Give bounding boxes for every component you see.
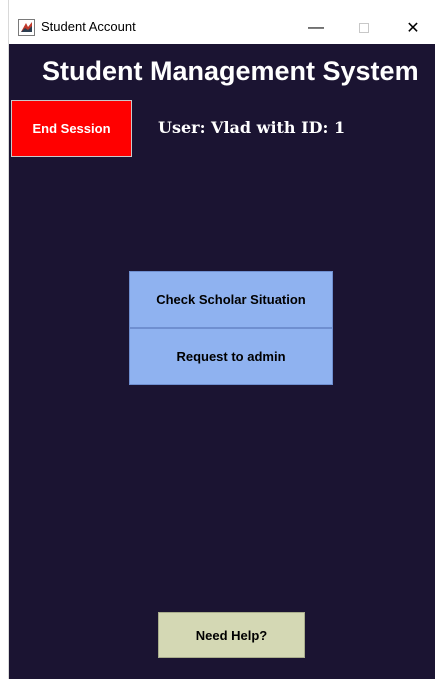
request-to-admin-button[interactable]: Request to admin (129, 328, 333, 385)
need-help-button[interactable]: Need Help? (158, 612, 305, 658)
minimize-icon: — (308, 19, 324, 36)
end-session-button[interactable]: End Session (11, 100, 132, 157)
window-title: Student Account (41, 19, 136, 34)
student-account-window: Student Account — ✕ Student Management S… (0, 0, 435, 679)
title-bar[interactable]: Student Account — ✕ (9, 0, 435, 44)
user-info-label: User: Vlad with ID: 1 (158, 118, 346, 137)
close-icon: ✕ (406, 20, 420, 37)
java-app-icon (18, 19, 35, 36)
check-scholar-situation-button[interactable]: Check Scholar Situation (129, 271, 333, 328)
maximize-button[interactable] (344, 14, 384, 42)
app-title: Student Management System (42, 56, 419, 86)
window-left-border (0, 0, 9, 679)
maximize-icon (359, 23, 369, 33)
close-button[interactable]: ✕ (393, 14, 433, 42)
minimize-button[interactable]: — (296, 14, 336, 42)
